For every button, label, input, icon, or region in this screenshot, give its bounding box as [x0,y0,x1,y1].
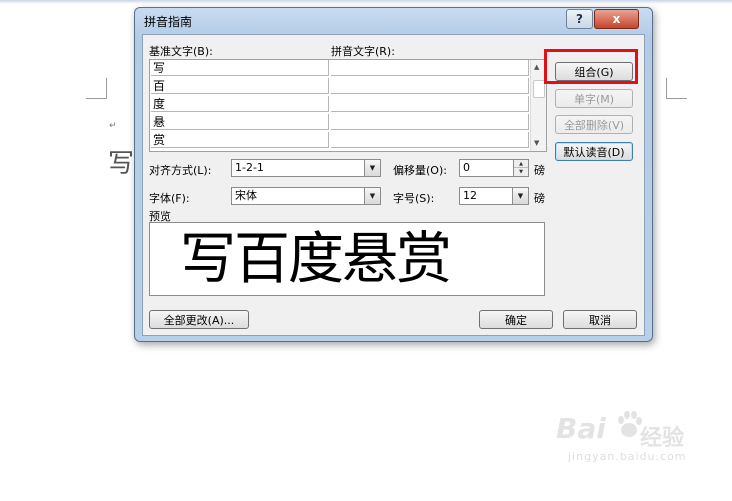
offset-stepper[interactable]: 0 ▲ ▼ [459,159,529,177]
alignment-label: 对齐方式(L): [149,164,212,177]
ruby-text-cell[interactable] [331,78,529,94]
base-text-label: 基准文字(B): [149,45,213,58]
close-button[interactable]: x [594,9,639,29]
margin-corner-right [666,78,687,99]
ruby-text-cell[interactable] [331,60,529,76]
alignment-select[interactable]: 1-2-1 ▼ [231,159,381,177]
single-char-button[interactable]: 单字(M) [555,89,633,108]
dialog-client-area: 基准文字(B): 拼音文字(R): 写 百 度 悬 赏 ▲ ▼ 组合(G) 单字… [142,34,645,336]
watermark-product-text: 经验 [640,426,685,451]
table-row: 赏 [150,132,546,149]
base-text-cell[interactable]: 度 [151,96,329,112]
ruby-text-cell[interactable] [331,96,529,112]
change-all-button[interactable]: 全部更改(A)... [149,310,249,329]
preview-box: 写百度悬赏 [149,222,545,296]
phonetic-guide-dialog: 拼音指南 ? x 基准文字(B): 拼音文字(R): 写 百 度 悬 赏 ▲ ▼… [134,7,653,342]
font-value: 宋体 [235,189,257,202]
alignment-value: 1-2-1 [235,161,264,174]
chevron-down-icon[interactable]: ▼ [364,188,380,204]
ruby-text-label: 拼音文字(R): [331,45,395,58]
base-text-cell[interactable]: 写 [151,60,329,76]
highlight-annotation [544,49,638,84]
watermark-logo-text: Bai [556,412,606,445]
default-reading-button[interactable]: 默认读音(D) [555,142,633,161]
document-top-edge [0,0,732,4]
watermark-url: jingyan.baidu.com [568,450,687,463]
base-text-cell[interactable]: 百 [151,78,329,94]
baidu-watermark: Bai 经验 jingyan.baidu.com [556,408,706,478]
preview-text: 写百度悬赏 [180,227,452,292]
margin-corner-left [86,78,107,99]
clear-all-button[interactable]: 全部删除(V) [555,115,633,134]
help-button[interactable]: ? [566,9,593,29]
size-select[interactable]: 12 ▼ [459,187,529,205]
font-select[interactable]: 宋体 ▼ [231,187,381,205]
ok-button[interactable]: 确定 [479,310,553,329]
scroll-down-arrow-icon[interactable]: ▼ [534,139,539,147]
size-unit: 磅 [534,192,545,205]
ruby-text-cell[interactable] [331,132,529,148]
document-text-fragment[interactable]: 写 [108,143,134,180]
table-row: 悬 [150,114,546,131]
scroll-up-arrow-icon[interactable]: ▲ [534,63,539,71]
chevron-down-icon[interactable]: ▼ [364,160,380,176]
spin-up-icon[interactable]: ▲ [514,160,528,168]
size-label: 字号(S): [393,192,435,205]
base-text-cell[interactable]: 悬 [151,114,329,130]
offset-label: 偏移量(O): [393,164,447,177]
size-value: 12 [463,189,477,202]
spin-buttons[interactable]: ▲ ▼ [513,160,528,176]
paragraph-mark: ↵ [109,121,117,131]
spin-down-icon[interactable]: ▼ [514,168,528,176]
ruby-text-cell[interactable] [331,114,529,130]
chevron-down-icon[interactable]: ▼ [512,188,528,204]
text-grid: 写 百 度 悬 赏 ▲ ▼ [149,59,547,152]
table-row: 度 [150,96,546,113]
font-label: 字体(F): [149,192,190,205]
dialog-title: 拼音指南 [144,15,193,29]
base-text-cell[interactable]: 赏 [151,132,329,148]
offset-unit: 磅 [534,164,545,177]
table-row: 写 [150,60,546,77]
table-row: 百 [150,78,546,95]
offset-value: 0 [463,161,470,174]
cancel-button[interactable]: 取消 [563,310,637,329]
